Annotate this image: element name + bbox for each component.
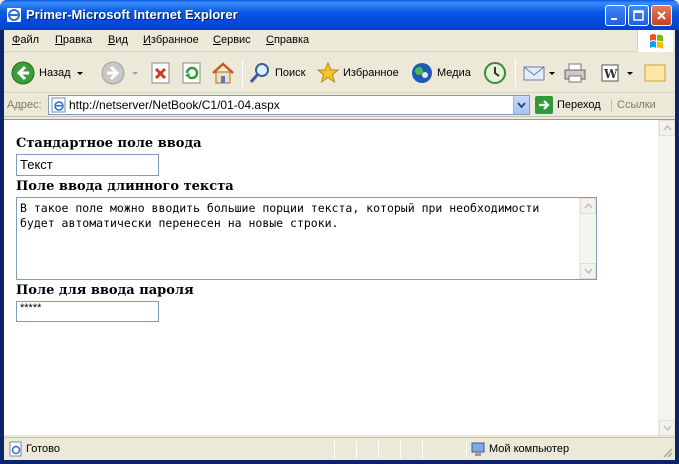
page-scroll-up-button[interactable] (659, 120, 675, 136)
maximize-button[interactable] (628, 5, 649, 26)
page-done-icon (9, 441, 22, 457)
menu-bar: Файл Правка Вид Избранное Сервис Справка (4, 30, 675, 52)
page-ie-icon (51, 97, 66, 113)
favorites-button[interactable]: Избранное (316, 58, 399, 88)
menu-tools[interactable]: Сервис (213, 34, 251, 46)
textarea-content: В такое поле можно вводить большие порци… (20, 201, 547, 230)
security-zone-text: Мой компьютер (489, 443, 570, 455)
back-label: Назад (39, 67, 71, 79)
history-icon (484, 62, 506, 84)
search-magnifier-icon (249, 63, 269, 83)
back-dropdown-icon[interactable] (76, 71, 83, 75)
window-title: Primer-Microsoft Internet Explorer (26, 7, 238, 22)
page-scroll-down-button[interactable] (659, 420, 675, 436)
stop-button[interactable] (150, 58, 172, 88)
address-dropdown-button[interactable] (513, 96, 529, 114)
word-edit-icon: W (601, 64, 619, 82)
chevron-up-icon (583, 203, 593, 209)
textarea-scroll-down-button[interactable] (580, 263, 596, 279)
status-bar: Готово Мой компьютер (4, 437, 675, 460)
forward-button[interactable] (100, 58, 138, 88)
mail-button[interactable] (522, 58, 555, 88)
history-button[interactable] (482, 58, 508, 88)
back-arrow-icon (11, 61, 35, 85)
discuss-button[interactable] (643, 58, 667, 88)
standard-input-heading: Стандартное поле ввода (16, 136, 202, 151)
windows-flag-logo (637, 30, 673, 52)
menu-file[interactable]: Файл (12, 34, 39, 46)
web-page: Стандартное поле ввода Текст Поле ввода … (4, 120, 658, 436)
minimize-icon (611, 18, 617, 20)
page-scrollbar[interactable] (658, 120, 675, 436)
edit-dropdown-icon[interactable] (627, 71, 633, 75)
menu-view[interactable]: Вид (108, 34, 128, 46)
forward-dropdown-icon[interactable] (132, 71, 138, 75)
stop-icon (151, 62, 170, 84)
my-computer-icon (471, 442, 485, 456)
address-bar: Адрес: http://netserver/NetBook/C1/01-04… (4, 94, 675, 117)
chevron-down-icon (583, 268, 593, 274)
forward-arrow-icon (101, 61, 125, 85)
close-icon (657, 11, 666, 20)
password-input[interactable]: ***** (16, 301, 159, 322)
links-toolbar[interactable]: Ссылки (611, 99, 656, 111)
windows-flag-icon (650, 34, 663, 49)
chevron-down-icon (662, 425, 672, 431)
go-label: Переход (557, 99, 601, 111)
maximize-icon (633, 10, 644, 21)
address-label: Адрес: (7, 99, 42, 111)
go-arrow-icon (535, 96, 553, 114)
home-icon (212, 62, 234, 84)
media-icon (412, 63, 432, 83)
textarea-scroll-up-button[interactable] (580, 198, 596, 214)
home-button[interactable] (210, 58, 236, 88)
menu-favorites[interactable]: Избранное (143, 34, 199, 46)
standard-toolbar: Назад Поиск Избранное Медиа W (4, 53, 675, 93)
go-button[interactable]: Переход (535, 95, 601, 115)
page-content-area: Стандартное поле ввода Текст Поле ввода … (4, 119, 675, 436)
window-body: Файл Правка Вид Избранное Сервис Справка (4, 30, 675, 460)
search-button[interactable]: Поиск (248, 58, 305, 88)
password-heading: Поле для ввода пароля (16, 283, 194, 298)
search-label: Поиск (275, 67, 306, 79)
long-text-area[interactable]: В такое поле можно вводить большие порци… (16, 197, 597, 280)
favorites-star-icon (316, 61, 340, 84)
mail-dropdown-icon[interactable] (549, 71, 555, 75)
chevron-up-icon (662, 125, 672, 131)
media-label: Медиа (437, 67, 471, 79)
textarea-heading: Поле ввода длинного текста (16, 179, 234, 194)
printer-icon (564, 63, 586, 83)
minimize-button[interactable] (605, 5, 626, 26)
chevron-down-icon (517, 102, 526, 108)
discuss-icon (644, 64, 666, 82)
resize-grip-icon[interactable] (661, 446, 673, 458)
refresh-icon (182, 62, 201, 84)
edit-button[interactable]: W (599, 58, 633, 88)
textarea-scrollbar[interactable] (579, 198, 596, 279)
menu-help[interactable]: Справка (266, 34, 309, 46)
status-text: Готово (26, 443, 60, 455)
refresh-button[interactable] (181, 58, 203, 88)
mail-envelope-icon (523, 66, 545, 81)
media-button[interactable]: Медиа (410, 58, 471, 88)
ie-logo-icon (7, 8, 21, 22)
back-button[interactable]: Назад (10, 58, 83, 88)
print-button[interactable] (562, 58, 588, 88)
favorites-label: Избранное (343, 67, 399, 79)
standard-text-input[interactable]: Текст (16, 154, 159, 176)
title-bar[interactable]: Primer-Microsoft Internet Explorer (0, 0, 679, 30)
close-button[interactable] (651, 5, 672, 26)
browser-window: Primer-Microsoft Internet Explorer Файл … (0, 0, 679, 464)
menu-edit[interactable]: Правка (55, 34, 92, 46)
address-url: http://netserver/NetBook/C1/01-04.aspx (69, 98, 280, 112)
svg-text:W: W (603, 67, 618, 81)
address-input[interactable]: http://netserver/NetBook/C1/01-04.aspx (48, 95, 530, 115)
